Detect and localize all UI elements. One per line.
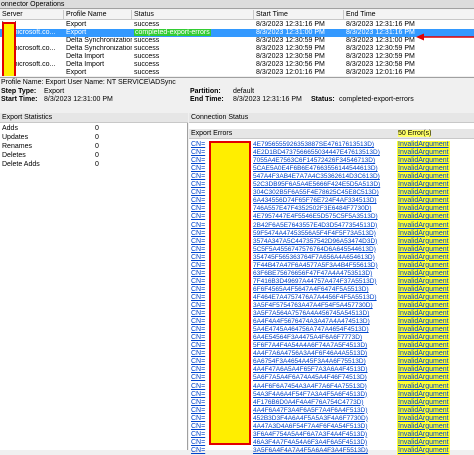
start-time-label: Start Time:	[1, 96, 38, 103]
partition-label: Partition:	[190, 88, 221, 95]
partition-value: default	[233, 88, 255, 95]
stat-label: Deletes	[2, 152, 26, 159]
stat-label: Delete Adds	[2, 161, 40, 168]
start-time-cell: 8/3/2023 12:30:58 PM	[256, 53, 325, 60]
step-type-value: Export	[44, 88, 65, 95]
profile-name-cell: Export	[66, 21, 87, 28]
end-time-cell: 8/3/2023 12:30:58 PM	[346, 61, 415, 68]
stat-row: Renames 0	[0, 143, 188, 151]
start-time-cell: 8/3/2023 12:30:59 PM	[256, 45, 325, 52]
operation-row[interactable]: localExportsuccess8/3/2023 12:01:16 PM8/…	[0, 69, 474, 76]
end-time-value: 8/3/2023 12:31:16 PM	[233, 96, 302, 103]
red-arrow-annotation	[416, 33, 474, 41]
stat-label: Renames	[2, 143, 32, 150]
end-time-cell: 8/3/2023 12:01:16 PM	[346, 69, 415, 76]
column-header-status[interactable]: Status	[132, 10, 254, 20]
export-statistics-pane: Export Statistics Adds 0 Updates 0 Renames 0 D…	[0, 113, 188, 450]
stat-value: 0	[95, 152, 99, 159]
operation-row[interactable]: .onmicrosoft.co... Delta Synchronization s…	[0, 45, 474, 53]
run-details: Profile Name: Export User Name: NT SERVI…	[0, 77, 474, 113]
status-cell: success	[134, 53, 160, 60]
stat-value: 0	[95, 134, 99, 141]
profile-name-cell: Delta Synchronization	[66, 37, 132, 44]
operations-grid[interactable]: Server Profile Name Status Start Time En…	[0, 10, 474, 76]
error-type-link[interactable]: InvalidArgument	[397, 446, 450, 455]
object-guid-link[interactable]: 3A5F6A4F4A7A4F5A6A4F3A4F5513D)	[253, 447, 368, 455]
stat-value: 0	[95, 125, 99, 132]
status-label: Status:	[311, 96, 335, 103]
stat-label: Adds	[2, 125, 18, 132]
stat-row: Deletes 0	[0, 152, 188, 160]
connection-status-pane: Connection Status Export Errors 50 Error…	[189, 113, 474, 455]
profile-name-cell: Export	[66, 29, 87, 36]
error-count: 50 Error(s)	[398, 130, 432, 137]
status-cell: success	[134, 61, 160, 68]
redaction-mark	[209, 141, 251, 445]
end-time-label: End Time:	[190, 96, 224, 103]
operation-row[interactable]: .onmicrosoft.co... Delta Import success 8/3…	[0, 61, 474, 69]
end-time-cell: 8/3/2023 12:31:16 PM	[346, 21, 415, 28]
status-cell: completed-export-errors	[132, 29, 254, 37]
export-errors-header: Export Errors	[189, 129, 396, 139]
step-type-label: Step Type:	[1, 88, 37, 95]
profile-name-cell: Delta Import	[66, 53, 105, 60]
export-errors-count-header: 50 Error(s)	[396, 129, 474, 139]
connection-status-header: Connection Status	[189, 113, 474, 123]
export-error-row[interactable]: CN= 3A5F6A4F4A7A4F5A6A4F3A4F5513D) Invalid…	[189, 446, 474, 455]
status-cell: success	[134, 21, 160, 28]
operation-row[interactable]: localDelta Synchronizationsuccess8/3/202…	[0, 37, 474, 45]
redaction-mark	[2, 22, 16, 76]
profile-name-cell: Delta Synchronization	[66, 45, 132, 52]
cn-link[interactable]: CN=	[191, 447, 205, 455]
start-time-cell: 8/3/2023 12:01:16 PM	[256, 69, 325, 76]
stat-value: 0	[95, 143, 99, 150]
start-time-cell: 8/3/2023 12:31:16 PM	[256, 21, 325, 28]
column-header-start-time[interactable]: Start Time	[254, 10, 344, 20]
status-cell: success	[134, 45, 160, 52]
operation-row[interactable]: .onmicrosoft.co... Export completed-export…	[0, 29, 474, 37]
status-cell: success	[134, 37, 160, 44]
start-time-cell: 8/3/2023 12:30:59 PM	[256, 37, 325, 44]
stat-row: Updates 0	[0, 134, 188, 142]
start-time-value: 8/3/2023 12:31:00 PM	[44, 96, 113, 103]
stat-row: Adds 0	[0, 125, 188, 133]
operation-row[interactable]: localDelta Importsuccess8/3/2023 12:30:5…	[0, 53, 474, 61]
profile-name-cell: Delta Import	[66, 61, 105, 68]
operation-row[interactable]: localExportsuccess8/3/2023 12:31:16 PM8/…	[0, 21, 474, 29]
stat-row: Delete Adds 0	[0, 161, 188, 169]
grid-header: Server Profile Name Status Start Time En…	[0, 10, 474, 20]
start-time-cell: 8/3/2023 12:31:00 PM	[256, 29, 325, 36]
stat-label: Updates	[2, 134, 29, 141]
column-header-end-time[interactable]: End Time	[344, 10, 474, 20]
column-header-profile-name[interactable]: Profile Name	[64, 10, 132, 20]
pane-title: onnector Operations	[0, 0, 474, 9]
end-time-cell: 8/3/2023 12:30:59 PM	[346, 45, 415, 52]
export-statistics-header: Export Statistics	[0, 113, 188, 123]
status-value: completed-export-errors	[339, 96, 414, 103]
profile-name-cell: Export	[66, 69, 87, 76]
start-time-cell: 8/3/2023 12:30:56 PM	[256, 61, 325, 68]
stat-value: 0	[95, 161, 99, 168]
end-time-cell: 8/3/2023 12:30:59 PM	[346, 53, 415, 60]
profile-line: Profile Name: Export User Name: NT SERVI…	[1, 79, 176, 86]
status-cell: success	[134, 69, 160, 76]
column-header-server[interactable]: Server	[0, 10, 64, 20]
status-error-highlight: completed-export-errors	[134, 29, 211, 36]
